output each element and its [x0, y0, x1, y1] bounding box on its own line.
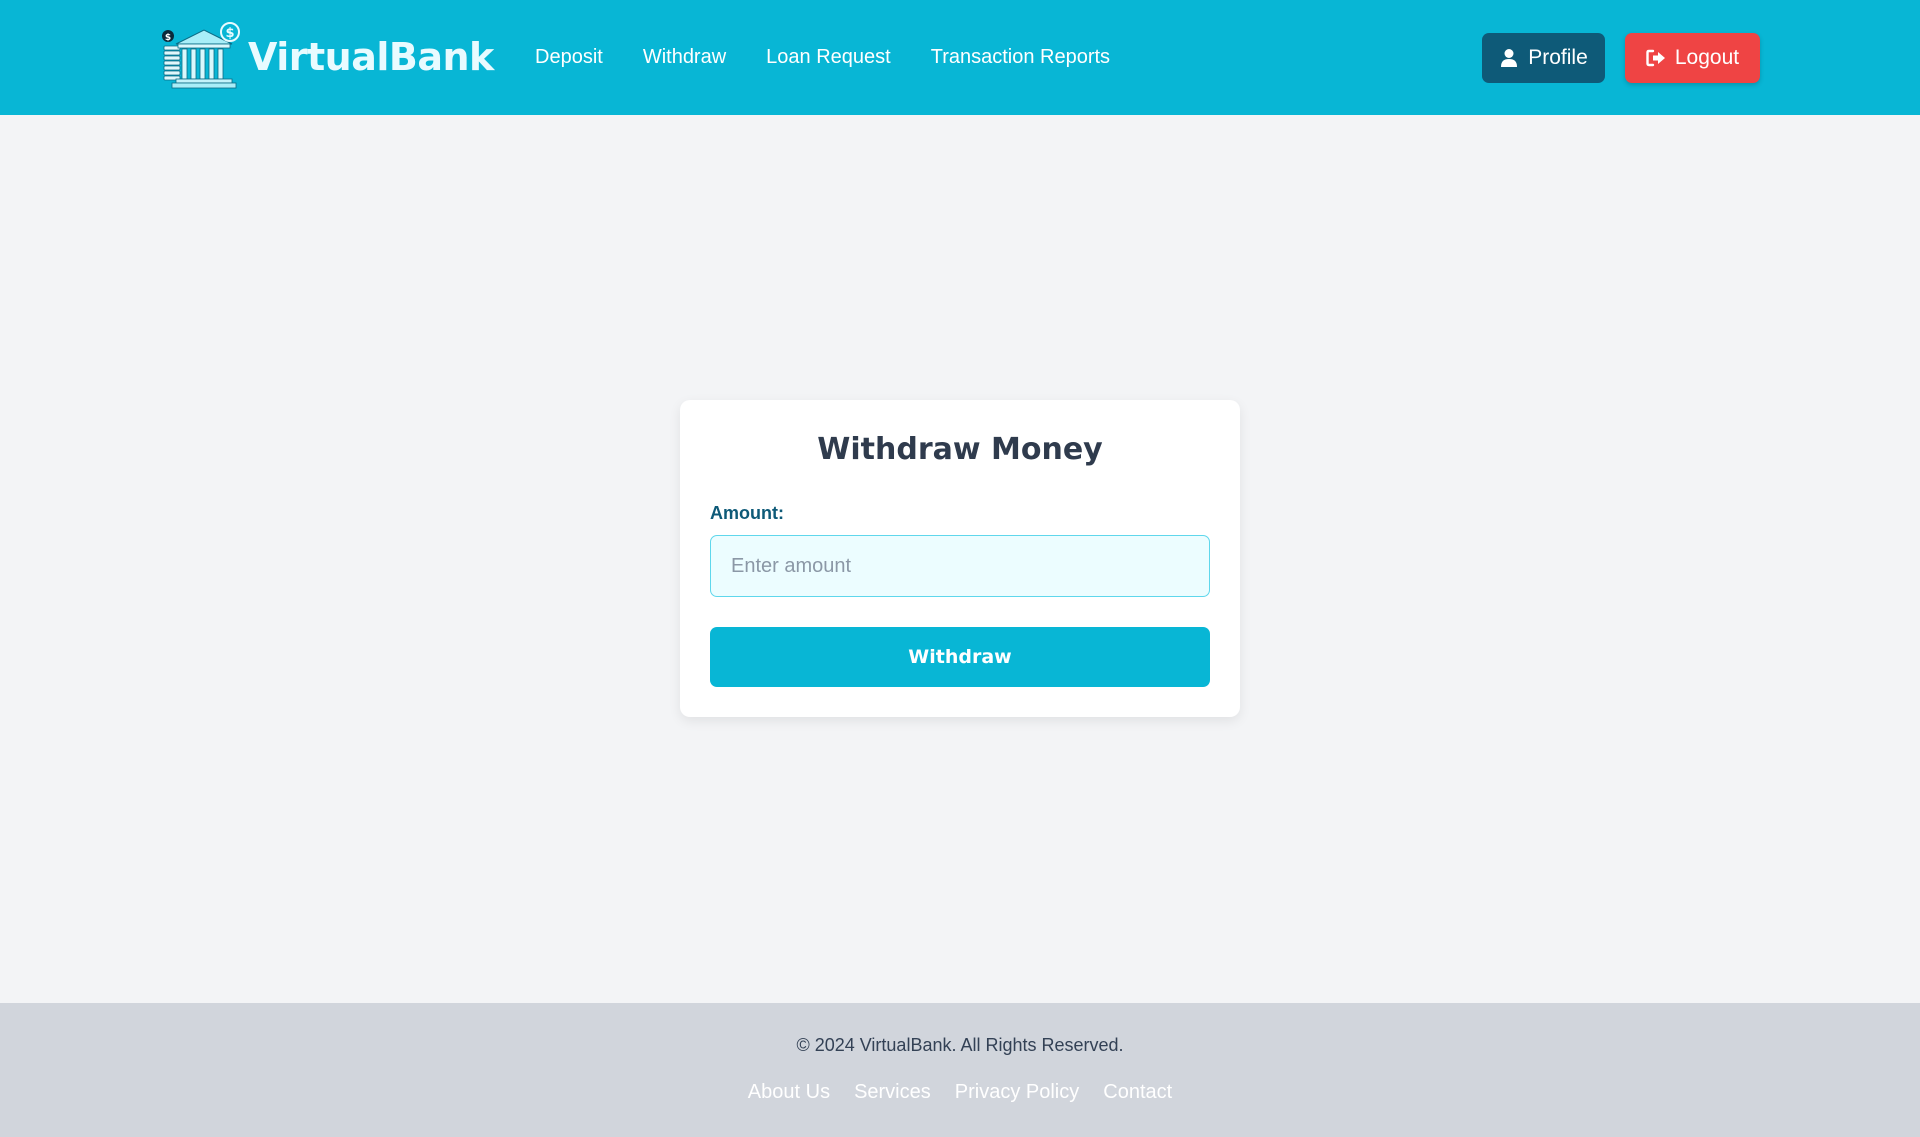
page-title: Withdraw Money — [817, 432, 1103, 467]
amount-label: Amount: — [710, 503, 784, 523]
nav-withdraw[interactable]: Withdraw — [643, 46, 726, 69]
footer-link-services[interactable]: Services — [854, 1081, 931, 1104]
footer-links: About Us Services Privacy Policy Contact — [0, 1081, 1920, 1104]
nav-deposit[interactable]: Deposit — [535, 46, 603, 69]
logout-label: Logout — [1674, 46, 1740, 69]
nav-transaction-reports[interactable]: Transaction Reports — [931, 46, 1110, 69]
nav-loan-request[interactable]: Loan Request — [766, 46, 891, 69]
footer-link-privacy-policy[interactable]: Privacy Policy — [955, 1081, 1079, 1104]
footer-link-about-us[interactable]: About Us — [748, 1081, 830, 1104]
profile-button[interactable]: Profile — [1482, 33, 1605, 83]
logout-button[interactable]: Logout — [1625, 33, 1760, 83]
sign-out-icon — [1646, 49, 1665, 67]
footer-link-contact[interactable]: Contact — [1103, 1081, 1172, 1104]
amount-input[interactable] — [710, 535, 1210, 597]
bank-logo-icon: $ $ — [162, 22, 240, 89]
top-navbar: $ $ VirtualBank Deposit Withdraw Loan Re… — [0, 0, 1920, 115]
profile-label: Profile — [1528, 46, 1588, 69]
withdraw-button[interactable]: Withdraw — [710, 627, 1210, 687]
brand-name: VirtualBank — [248, 35, 494, 79]
main-nav: Deposit Withdraw Loan Request Transactio… — [535, 0, 1150, 115]
brand[interactable]: $ $ VirtualBank — [160, 22, 494, 92]
footer: © 2024 VirtualBank. All Rights Reserved.… — [0, 1003, 1920, 1137]
withdraw-card: Withdraw Money Amount: Withdraw — [680, 400, 1240, 717]
svg-text:$: $ — [165, 33, 171, 43]
user-icon — [1501, 49, 1518, 67]
svg-text:$: $ — [225, 26, 234, 41]
copyright-text: © 2024 VirtualBank. All Rights Reserved. — [796, 1035, 1124, 1055]
